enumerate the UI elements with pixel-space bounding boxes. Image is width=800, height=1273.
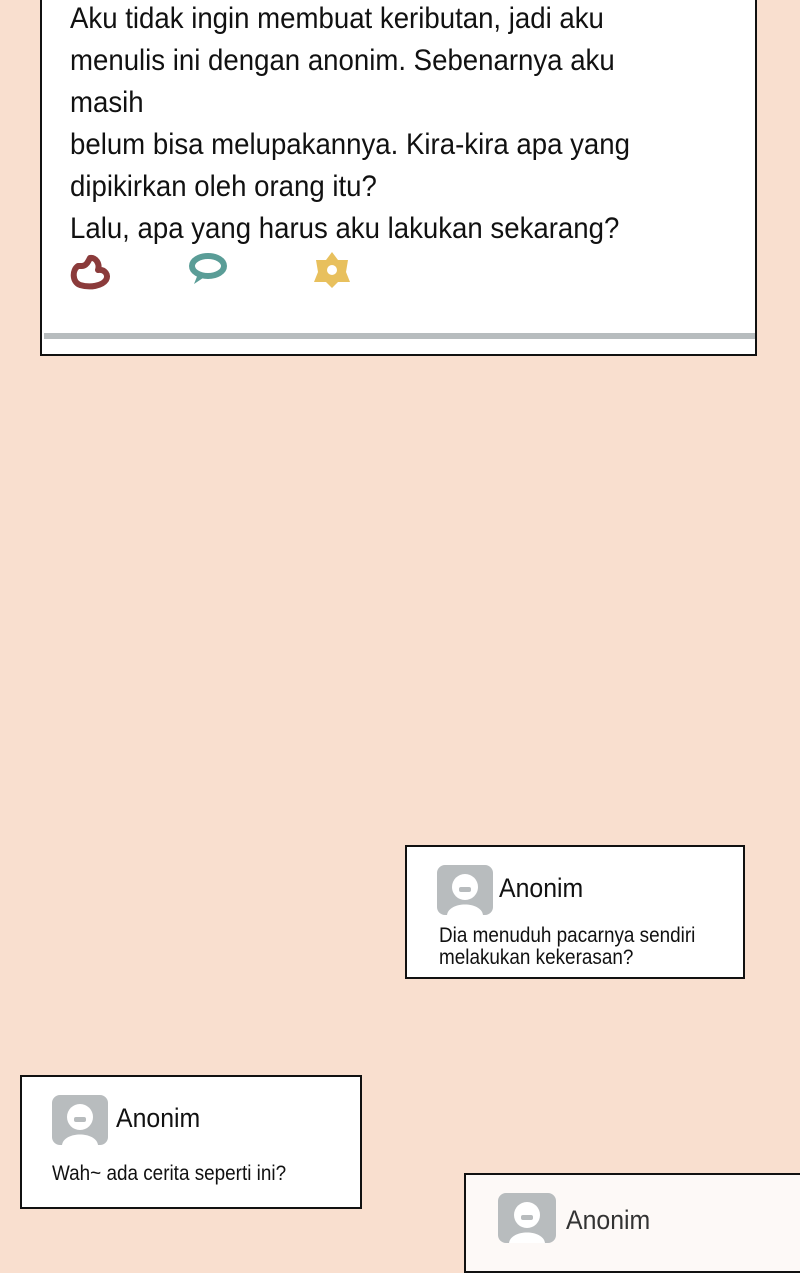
post-card: Aku tidak ingin membuat keributan, jadi … <box>40 0 757 356</box>
comment-card: Anonim Dia menuduh pacarnya sendiri mela… <box>405 845 745 979</box>
comment-text: Wah~ ada cerita seperti ini? <box>52 1162 287 1185</box>
speech-bubble-icon[interactable] <box>186 248 230 295</box>
avatar <box>52 1095 108 1145</box>
thumbs-up-icon[interactable] <box>68 248 112 295</box>
comment-card: Anonim <box>464 1173 800 1273</box>
avatar <box>498 1193 556 1243</box>
avatar <box>437 865 493 915</box>
comment-author: Anonim <box>499 873 584 903</box>
comment-text: Dia menuduh pacarnya sendiri melakukan k… <box>439 924 696 969</box>
comment-author: Anonim <box>116 1103 201 1133</box>
flower-icon[interactable] <box>310 248 354 295</box>
comment-author: Anonim <box>566 1205 651 1235</box>
comment-card: Anonim Wah~ ada cerita seperti ini? <box>20 1075 362 1209</box>
post-divider <box>44 333 755 339</box>
post-body-text: Aku tidak ingin membuat keributan, jadi … <box>70 2 630 245</box>
